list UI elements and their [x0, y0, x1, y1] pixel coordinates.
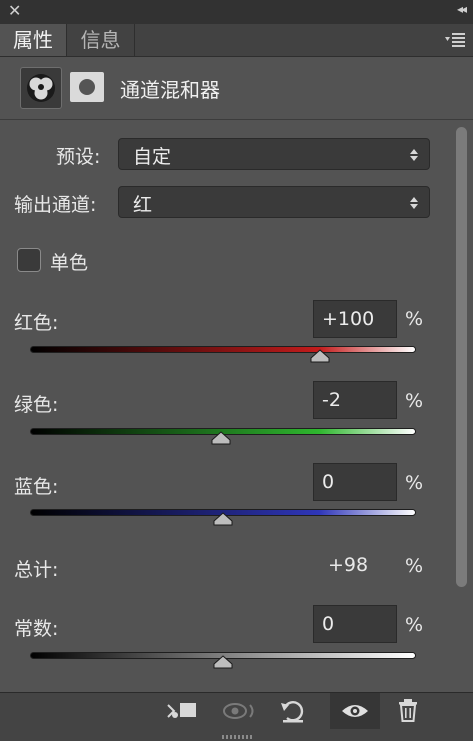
preset-label: 预设:	[56, 146, 101, 168]
green-percent: %	[405, 390, 424, 412]
collapse-panel-icon[interactable]: ◂◂	[457, 2, 467, 16]
red-label: 红色:	[14, 312, 59, 334]
constant-slider-thumb[interactable]	[213, 655, 233, 669]
scrollbar-thumb[interactable]	[456, 127, 467, 587]
panel-title: 通道混和器	[120, 78, 220, 102]
clip-to-layer-icon[interactable]	[162, 693, 202, 729]
view-previous-icon[interactable]	[218, 693, 260, 729]
blue-value: 0	[322, 471, 335, 493]
red-value: +100	[322, 308, 375, 330]
adjustment-button[interactable]	[20, 67, 62, 109]
constant-value-field[interactable]: 0	[313, 605, 397, 643]
dropdown-arrows-icon	[410, 149, 418, 161]
constant-percent: %	[405, 614, 424, 636]
blue-value-field[interactable]: 0	[313, 463, 397, 501]
constant-label: 常数:	[14, 618, 59, 640]
output-channel-select[interactable]: 红	[118, 186, 430, 218]
reset-icon[interactable]	[276, 693, 310, 729]
panel-top-bar: ✕ ◂◂	[0, 0, 473, 24]
channel-mixer-icon	[27, 74, 55, 102]
green-value: -2	[322, 389, 341, 411]
layer-mask-button[interactable]	[70, 72, 104, 102]
total-percent: %	[405, 555, 424, 577]
visibility-button[interactable]	[330, 693, 380, 729]
resize-grip[interactable]	[222, 735, 252, 739]
tab-info[interactable]: 信息	[67, 24, 135, 56]
tab-bar: 属性 信息	[0, 24, 473, 57]
green-slider-thumb[interactable]	[211, 431, 231, 445]
trash-icon[interactable]	[392, 693, 424, 729]
adjustment-header: 通道混和器	[0, 57, 473, 120]
constant-value: 0	[322, 613, 335, 635]
total-label: 总计:	[14, 559, 59, 581]
blue-slider-thumb[interactable]	[213, 512, 233, 526]
blue-label: 蓝色:	[14, 476, 59, 498]
green-label: 绿色:	[14, 394, 59, 416]
blue-percent: %	[405, 472, 424, 494]
dropdown-arrows-icon	[410, 197, 418, 209]
preset-value: 自定	[133, 146, 172, 168]
panel-menu-icon[interactable]	[443, 28, 467, 50]
close-icon[interactable]: ✕	[8, 1, 21, 20]
red-value-field[interactable]: +100	[313, 300, 397, 338]
tab-properties[interactable]: 属性	[0, 24, 67, 56]
red-slider-track[interactable]	[30, 346, 416, 353]
output-channel-label: 输出通道:	[14, 194, 97, 216]
red-slider-thumb[interactable]	[310, 349, 330, 363]
green-value-field[interactable]: -2	[313, 381, 397, 419]
monochrome-checkbox[interactable]	[17, 248, 41, 272]
panel-footer	[0, 692, 473, 741]
visibility-eye-icon	[342, 705, 368, 717]
red-percent: %	[405, 308, 424, 330]
mask-icon	[79, 79, 95, 95]
preset-select[interactable]: 自定	[118, 138, 430, 170]
total-value: +98	[328, 554, 369, 576]
output-channel-value: 红	[133, 194, 153, 216]
monochrome-label: 单色	[50, 252, 89, 274]
